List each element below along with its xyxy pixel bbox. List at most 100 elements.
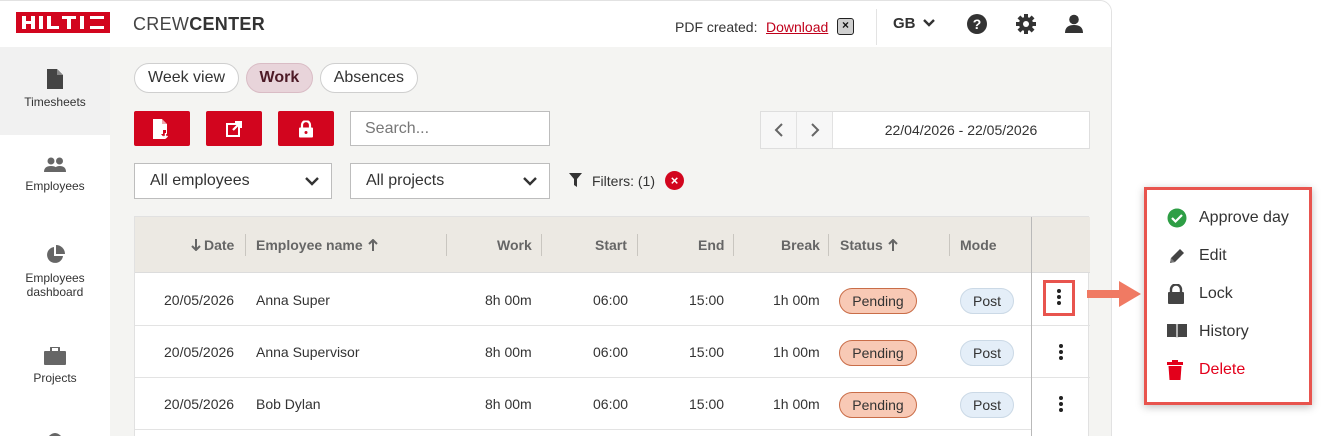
cell-employee: Bob Dylan <box>256 396 321 412</box>
cell-date: 20/05/2026 <box>164 292 235 308</box>
pdf-created-label: PDF created: <box>675 19 758 35</box>
actions-header <box>1032 217 1090 273</box>
previous-range-button[interactable] <box>761 112 797 148</box>
employee-select[interactable]: All employees <box>134 163 332 199</box>
file-download-icon <box>153 118 171 139</box>
cell-work: 8h 00m <box>485 292 532 308</box>
menu-item-label: History <box>1199 323 1249 340</box>
gear-icon[interactable] <box>1015 13 1037 35</box>
cell-employee: Anna Super <box>256 292 330 308</box>
column-header-date[interactable]: Date <box>204 217 234 273</box>
arrow-down-icon <box>191 239 201 251</box>
project-select[interactable]: All projects <box>350 163 550 199</box>
user-icon[interactable] <box>1063 13 1085 35</box>
sidebar-item-employees[interactable]: Employees <box>0 135 110 223</box>
filters-label[interactable]: Filters: (1) <box>592 173 655 189</box>
tab-work[interactable]: Work <box>245 63 314 93</box>
cell-work: 8h 00m <box>485 396 532 412</box>
arrow-up-icon <box>888 239 898 251</box>
briefcase-icon <box>44 347 66 365</box>
column-header-break[interactable]: Break <box>781 217 820 273</box>
pie-chart-icon <box>47 245 65 263</box>
language-selector[interactable]: GB <box>893 15 916 32</box>
view-tabs: Week view Work Absences <box>134 63 420 93</box>
mode-badge: Post <box>960 288 1014 314</box>
cell-employee: Anna Supervisor <box>256 344 360 360</box>
sidebar: Timesheets Employees Employees dashboard… <box>0 47 110 436</box>
clear-filters-button[interactable]: × <box>665 171 684 190</box>
column-header-mode[interactable]: Mode <box>960 217 997 273</box>
sidebar-item-projects[interactable]: Projects <box>0 323 110 411</box>
arrow-up-icon <box>368 239 378 251</box>
column-header-start[interactable]: Start <box>595 217 627 273</box>
menu-item-label: Approve day <box>1199 209 1289 226</box>
export-button[interactable] <box>206 111 262 146</box>
top-bar: CREWCENTER PDF created: Download × GB ? <box>0 1 1111 47</box>
column-header-employee[interactable]: Employee name <box>256 217 363 273</box>
pdf-dismiss-button[interactable]: × <box>837 18 854 35</box>
cell-end: 15:00 <box>689 396 725 412</box>
topbar-divider <box>876 9 877 45</box>
tab-absences[interactable]: Absences <box>319 63 418 93</box>
column-separator <box>828 234 829 256</box>
cell-end: 15:00 <box>689 292 725 308</box>
menu-item-label: Lock <box>1199 285 1233 302</box>
next-range-button[interactable] <box>797 112 833 148</box>
chevron-right-icon <box>810 123 819 137</box>
export-pdf-button[interactable] <box>134 111 190 146</box>
lock-button[interactable] <box>278 111 334 146</box>
column-separator <box>949 234 950 256</box>
row-actions-column <box>1031 217 1090 436</box>
help-icon[interactable]: ? <box>966 13 988 35</box>
chevron-down-icon <box>523 177 537 186</box>
column-header-end[interactable]: End <box>698 217 724 273</box>
chevron-left-icon <box>774 123 783 137</box>
menu-item-label: Edit <box>1199 247 1227 264</box>
callout-arrow-icon <box>1087 281 1141 307</box>
pdf-download-link[interactable]: Download <box>766 19 828 35</box>
cell-break: 1h 00m <box>773 396 820 412</box>
sidebar-item-label: Employees dashboard <box>25 271 85 299</box>
people-icon <box>44 157 66 172</box>
search-input[interactable] <box>350 111 550 146</box>
more-actions-button[interactable] <box>1054 343 1068 363</box>
column-header-status[interactable]: Status <box>840 217 883 273</box>
sidebar-more-icon <box>48 433 62 436</box>
chevron-down-icon <box>923 19 935 27</box>
status-badge: Pending <box>839 288 917 314</box>
cell-break: 1h 00m <box>773 344 820 360</box>
cell-start: 06:00 <box>593 396 629 412</box>
hilti-logo[interactable] <box>16 12 110 33</box>
timesheet-table: Date Employee name Work Start End Break … <box>134 216 1090 436</box>
sidebar-item-employees-dashboard[interactable]: Employees dashboard <box>0 223 110 323</box>
mode-badge: Post <box>960 340 1014 366</box>
table-row[interactable]: 20/05/2026 Anna Supervisor 8h 00m 06:00 … <box>135 326 1031 378</box>
external-link-icon <box>226 120 242 137</box>
cell-date: 20/05/2026 <box>164 344 235 360</box>
date-range-navigator: 22/04/2026 - 22/05/2026 <box>760 111 1090 149</box>
document-icon <box>47 69 63 89</box>
brand-bold-text: CENTER <box>189 14 266 34</box>
lock-icon <box>299 120 313 137</box>
mode-badge: Post <box>960 392 1014 418</box>
sidebar-item-label: Projects <box>33 371 77 385</box>
column-separator <box>733 234 734 256</box>
cell-start: 06:00 <box>593 292 629 308</box>
chevron-down-icon <box>305 177 319 186</box>
column-separator <box>541 234 542 256</box>
cell-break: 1h 00m <box>773 292 820 308</box>
cell-start: 06:00 <box>593 344 629 360</box>
column-header-work[interactable]: Work <box>497 217 532 273</box>
app-brand: CREWCENTER <box>133 14 265 35</box>
more-actions-button-highlighted[interactable] <box>1043 280 1075 316</box>
table-row[interactable]: 20/05/2026 Anna Super 8h 00m 06:00 15:00… <box>135 274 1031 326</box>
brand-light-text: CREW <box>133 14 190 34</box>
sidebar-item-timesheets[interactable]: Timesheets <box>0 47 110 135</box>
book-icon <box>1167 324 1187 339</box>
more-actions-button[interactable] <box>1054 395 1068 415</box>
tab-week-view[interactable]: Week view <box>134 63 240 93</box>
table-row[interactable]: 20/05/2026 Bob Dylan 8h 00m 06:00 15:00 … <box>135 378 1031 430</box>
column-separator <box>446 234 447 256</box>
lock-icon <box>1168 284 1184 304</box>
date-range-display[interactable]: 22/04/2026 - 22/05/2026 <box>833 112 1089 148</box>
